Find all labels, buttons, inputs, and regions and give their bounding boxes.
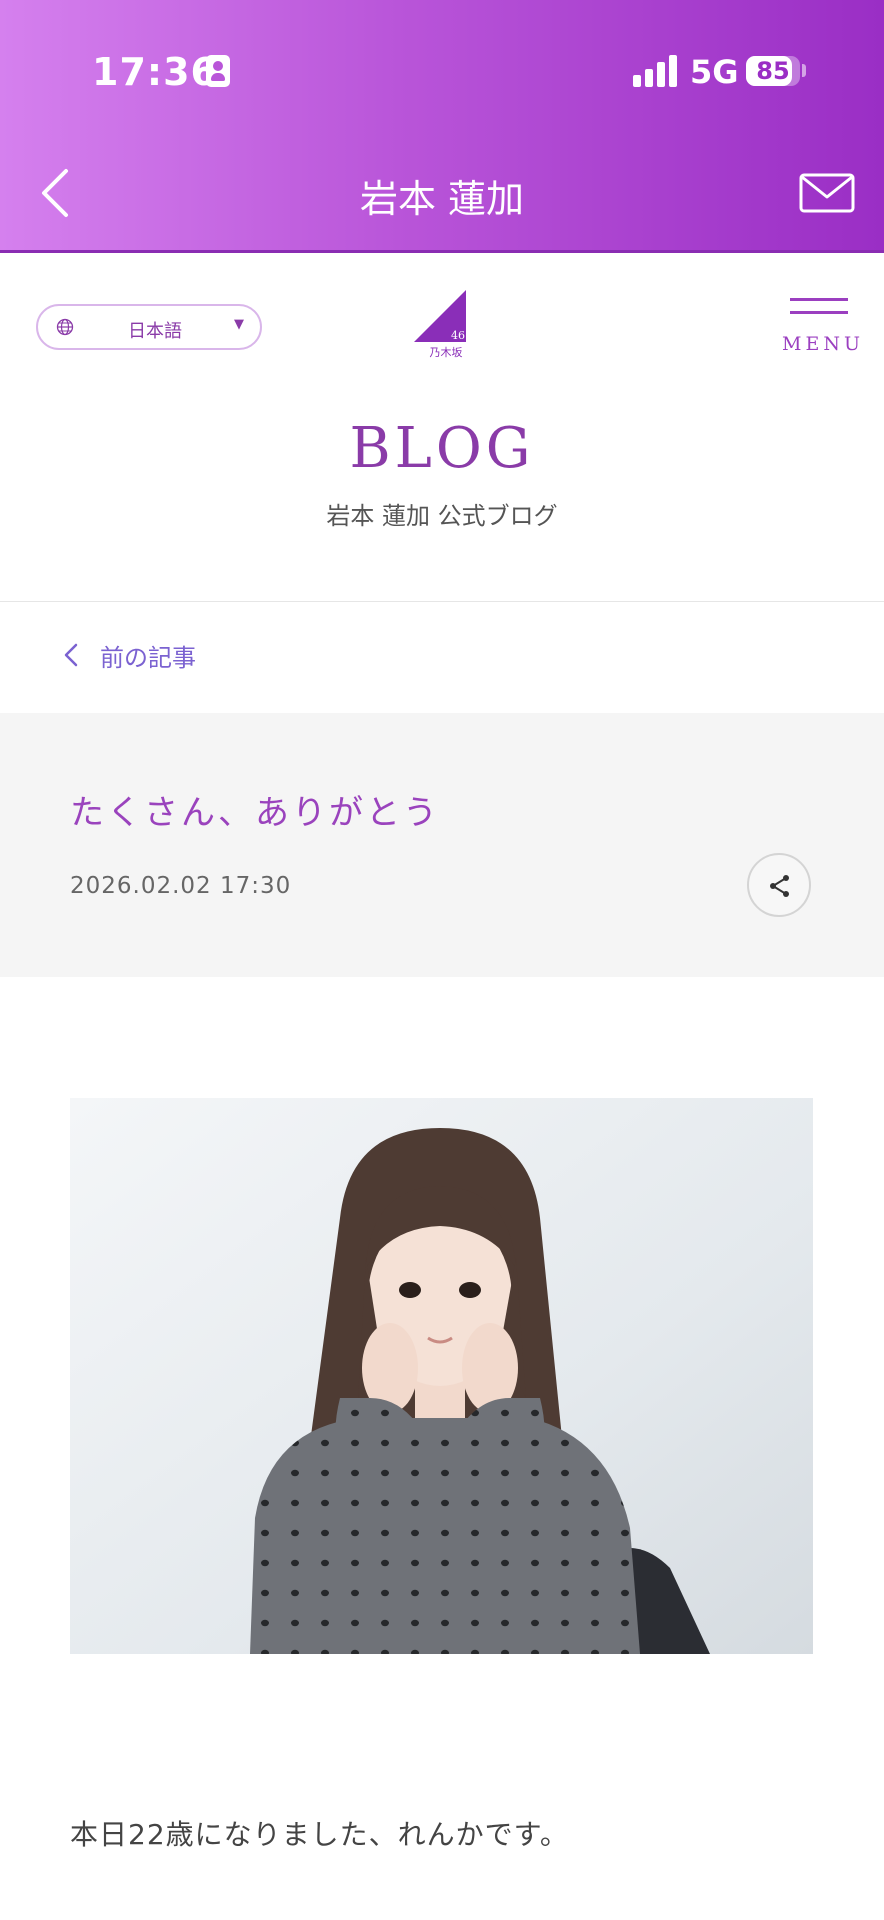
blog-title: BLOG: [349, 416, 535, 481]
battery-icon: 85: [746, 56, 800, 86]
network-type: 5G: [690, 53, 739, 91]
chevron-left-icon: [64, 643, 78, 667]
divider: [0, 601, 884, 602]
nogizaka46-logo[interactable]: 46 乃木坂: [414, 290, 470, 359]
language-select[interactable]: 日本語 ▼: [36, 304, 262, 350]
blog-subtitle: 岩本 蓮加 公式ブログ: [326, 502, 558, 530]
mail-button[interactable]: [799, 173, 855, 213]
prev-article-label: 前の記事: [100, 644, 196, 672]
battery-level: 85: [756, 57, 790, 85]
hamburger-icon: [790, 298, 848, 301]
contact-card-icon: [206, 55, 230, 87]
share-icon: [770, 875, 789, 897]
mail-icon: [799, 173, 855, 213]
article-body-text: 本日22歳になりました、れんかです。: [70, 1818, 569, 1851]
menu-label: MENU: [782, 333, 864, 355]
caret-down-icon: ▼: [234, 317, 244, 332]
header-title: 岩本 蓮加: [359, 177, 525, 221]
article-photo: [70, 1098, 813, 1654]
signal-icon: [633, 55, 677, 87]
share-button[interactable]: [747, 853, 811, 917]
status-time: 17:36: [92, 50, 218, 94]
menu-button[interactable]: MENU: [782, 296, 860, 356]
language-label: 日本語: [128, 321, 182, 342]
article-title: たくさん、ありがとう: [70, 793, 440, 833]
svg-text:46: 46: [451, 329, 465, 342]
article-date: 2026.02.02 17:30: [70, 873, 292, 899]
svg-text:乃木坂: 乃木坂: [430, 346, 463, 358]
globe-icon: [56, 318, 74, 336]
article-header: たくさん、ありがとう 2026.02.02 17:30: [0, 713, 884, 977]
app-header: 17:36 5G 85 岩本 蓮加: [0, 0, 884, 253]
